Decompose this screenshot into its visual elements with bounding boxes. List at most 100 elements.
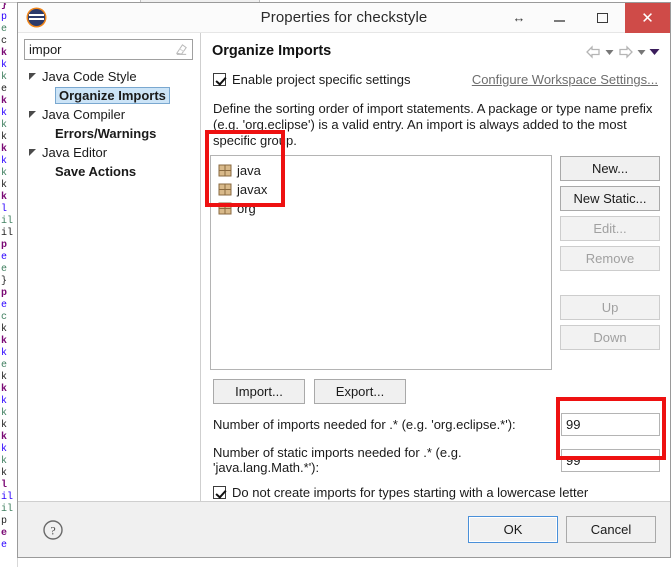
background-code-line: e bbox=[0, 360, 17, 372]
background-code-line: k bbox=[0, 156, 17, 168]
background-code-line: il bbox=[0, 216, 17, 228]
remove-button[interactable]: Remove bbox=[560, 246, 660, 271]
background-code-line: k bbox=[0, 408, 17, 420]
background-code-line: c bbox=[0, 312, 17, 324]
list-item-label: javax bbox=[237, 182, 267, 197]
tree-item-save-actions[interactable]: Save Actions bbox=[18, 162, 200, 181]
tree-item-label: Java Editor bbox=[42, 145, 107, 160]
enable-project-settings-checkbox[interactable] bbox=[213, 73, 226, 86]
eraser-icon[interactable] bbox=[174, 42, 189, 57]
edit-button[interactable]: Edit... bbox=[560, 216, 660, 241]
static-imports-threshold-input[interactable] bbox=[561, 449, 660, 472]
list-item[interactable]: javax bbox=[218, 180, 551, 199]
properties-dialog: Properties for checkstyle ↔ ✕ bbox=[17, 2, 671, 558]
background-code-line: k bbox=[0, 468, 17, 480]
help-question-icon[interactable]: ? bbox=[42, 519, 64, 541]
imports-threshold-input[interactable] bbox=[561, 413, 660, 436]
tree-item-label: Java Code Style bbox=[42, 69, 137, 84]
filter-field-wrapper bbox=[18, 39, 200, 60]
list-item-label: java bbox=[237, 163, 261, 178]
arrow-left-icon[interactable] bbox=[585, 45, 602, 59]
window-controls: ↔ ✕ bbox=[499, 3, 670, 33]
up-button[interactable]: Up bbox=[560, 295, 660, 320]
tree-item-label: Java Compiler bbox=[42, 107, 125, 122]
tree-item-errors-warnings[interactable]: Errors/Warnings bbox=[18, 124, 200, 143]
expanded-arrow-icon[interactable] bbox=[26, 70, 39, 83]
package-icon bbox=[218, 202, 232, 215]
maximize-button[interactable] bbox=[579, 3, 625, 33]
resize-handle-icon[interactable]: ↔ bbox=[499, 3, 539, 33]
cancel-button[interactable]: Cancel bbox=[566, 516, 656, 543]
minimize-button[interactable] bbox=[539, 3, 579, 33]
dialog-body: Java Code Style Organize Imports Java Co… bbox=[18, 33, 670, 501]
background-code-line: e bbox=[0, 528, 17, 540]
background-code-line: p bbox=[0, 12, 17, 24]
expanded-arrow-icon[interactable] bbox=[26, 146, 39, 159]
new-button[interactable]: New... bbox=[560, 156, 660, 181]
tree-item-java-code-style[interactable]: Java Code Style bbox=[18, 67, 200, 86]
down-button[interactable]: Down bbox=[560, 325, 660, 350]
import-export-buttons: Import... Export... bbox=[210, 379, 660, 404]
close-button[interactable]: ✕ bbox=[625, 3, 670, 33]
triangle-down-icon[interactable] bbox=[649, 48, 660, 56]
import-order-area: java javax org bbox=[210, 155, 660, 370]
static-imports-threshold-row: Number of static imports needed for .* (… bbox=[210, 445, 660, 475]
background-code-line: il bbox=[0, 228, 17, 240]
tree-item-label: Organize Imports bbox=[55, 87, 170, 104]
tree-item-organize-imports[interactable]: Organize Imports bbox=[18, 86, 200, 105]
package-icon bbox=[218, 183, 232, 196]
background-code-line: } bbox=[0, 276, 17, 288]
imports-threshold-row: Number of imports needed for .* (e.g. 'o… bbox=[210, 413, 660, 436]
list-item[interactable]: java bbox=[218, 161, 551, 180]
button-group-spacer bbox=[560, 276, 660, 290]
background-code-line: k bbox=[0, 192, 17, 204]
maximize-icon bbox=[597, 13, 608, 23]
background-code-line: k bbox=[0, 108, 17, 120]
background-code-line: p bbox=[0, 288, 17, 300]
lowercase-types-row: Do not create imports for types starting… bbox=[210, 485, 660, 500]
background-code-line: k bbox=[0, 396, 17, 408]
background-code-line: k bbox=[0, 132, 17, 144]
tree-item-java-compiler[interactable]: Java Compiler bbox=[18, 105, 200, 124]
background-code-line: p bbox=[0, 516, 17, 528]
background-code-line: l bbox=[0, 204, 17, 216]
lowercase-types-checkbox[interactable] bbox=[213, 486, 226, 499]
import-button[interactable]: Import... bbox=[213, 379, 305, 404]
enable-project-settings-row: Enable project specific settings Configu… bbox=[210, 72, 660, 87]
ok-button[interactable]: OK bbox=[468, 516, 558, 543]
background-code-line: e bbox=[0, 540, 17, 552]
export-button[interactable]: Export... bbox=[314, 379, 406, 404]
arrow-right-icon[interactable] bbox=[617, 45, 634, 59]
chevron-down-icon[interactable] bbox=[637, 49, 646, 56]
background-code-line: k bbox=[0, 384, 17, 396]
background-code-line: e bbox=[0, 84, 17, 96]
minimize-icon bbox=[554, 20, 565, 22]
configure-workspace-settings-link[interactable]: Configure Workspace Settings... bbox=[472, 72, 658, 87]
background-code-line: k bbox=[0, 324, 17, 336]
tree-item-label: Save Actions bbox=[55, 164, 136, 179]
settings-tree: Java Code Style Organize Imports Java Co… bbox=[18, 67, 200, 181]
background-code-line: k bbox=[0, 336, 17, 348]
import-order-list[interactable]: java javax org bbox=[210, 155, 552, 370]
background-code-line: k bbox=[0, 432, 17, 444]
lowercase-types-label: Do not create imports for types starting… bbox=[232, 485, 588, 500]
enable-project-settings-label: Enable project specific settings bbox=[232, 72, 410, 87]
list-item[interactable]: org bbox=[218, 199, 551, 218]
background-code-editor: }peckkkekkkkkkkkklililpee}peckkkekkkkkkk… bbox=[0, 0, 18, 567]
background-code-line: p bbox=[0, 240, 17, 252]
background-code-line: il bbox=[0, 492, 17, 504]
filter-input[interactable] bbox=[24, 39, 193, 60]
expanded-arrow-icon[interactable] bbox=[26, 108, 39, 121]
background-code-line: k bbox=[0, 444, 17, 456]
page-nav-icons bbox=[585, 43, 660, 59]
background-code-line: e bbox=[0, 252, 17, 264]
new-static-button[interactable]: New Static... bbox=[560, 186, 660, 211]
page-header: Organize Imports bbox=[210, 41, 660, 65]
chevron-down-icon[interactable] bbox=[605, 49, 614, 56]
page-title: Organize Imports bbox=[212, 43, 331, 59]
tree-item-label: Errors/Warnings bbox=[55, 126, 156, 141]
background-code-line: il bbox=[0, 504, 17, 516]
svg-text:?: ? bbox=[50, 523, 55, 537]
eclipse-logo-icon bbox=[28, 9, 45, 26]
tree-item-java-editor[interactable]: Java Editor bbox=[18, 143, 200, 162]
